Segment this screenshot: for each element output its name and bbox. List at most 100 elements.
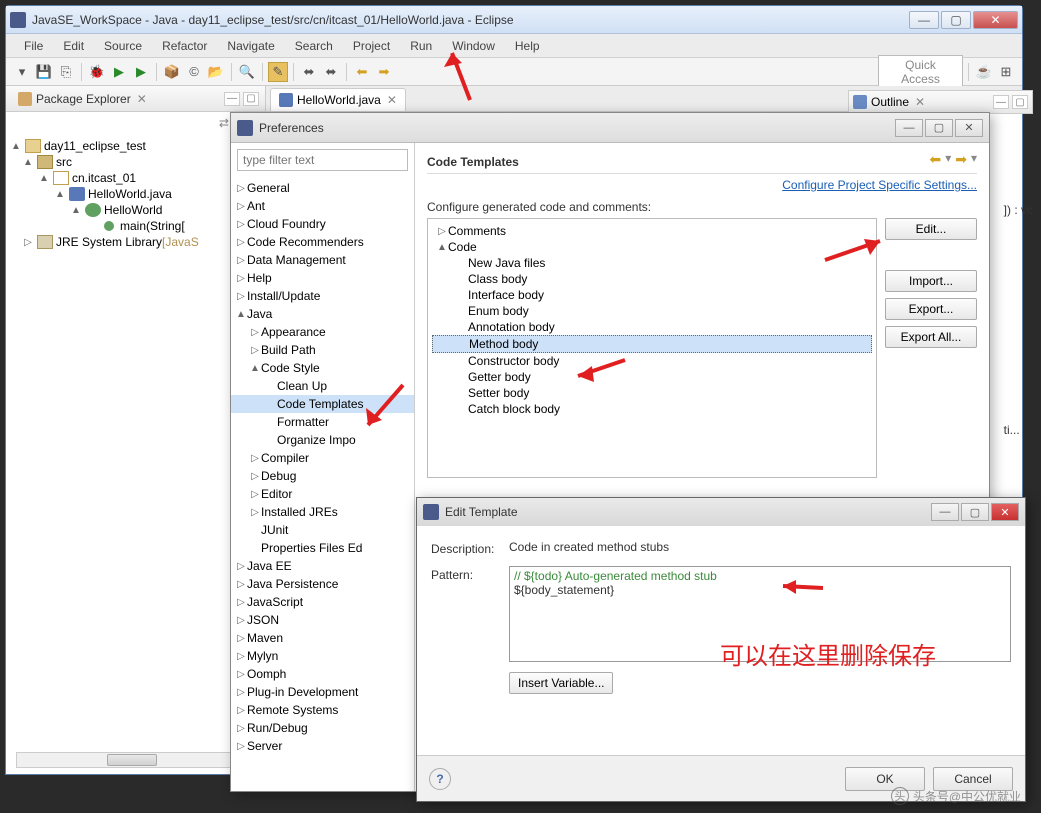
src-folder[interactable]: src [56,155,72,169]
pref-tree-item[interactable]: ▷Cloud Foundry [231,215,414,233]
pref-tree-item[interactable]: ▷Data Management [231,251,414,269]
tb-nav2[interactable]: ⬌ [321,62,341,82]
tb-run[interactable]: ▶ [109,62,129,82]
minimize-button[interactable]: — [909,11,939,29]
nav-forward-icon[interactable]: ➡ [955,151,967,168]
horizontal-scrollbar[interactable] [16,752,256,768]
configure-project-link[interactable]: Configure Project Specific Settings... [427,178,977,192]
tb-debug[interactable]: 🐞 [87,62,107,82]
tab-close-icon[interactable]: ✕ [137,92,147,106]
et-minimize-button[interactable]: — [931,503,959,521]
import-button[interactable]: Import... [885,270,977,292]
pref-tree-item[interactable]: Clean Up [231,377,414,395]
export-all-button[interactable]: Export All... [885,326,977,348]
tb-new[interactable]: ▾ [12,62,32,82]
menu-source[interactable]: Source [94,36,152,56]
nav-back-icon[interactable]: ⬅ [929,151,941,168]
pref-close-button[interactable]: ✕ [955,119,983,137]
code-template-item[interactable]: Enum body [432,303,872,319]
code-templates-tree[interactable]: ▷Comments▲CodeNew Java filesClass bodyIn… [427,218,877,478]
code-template-item[interactable]: ▲Code [432,239,872,255]
tb-fwd[interactable]: ➡ [374,62,394,82]
code-template-item[interactable]: Class body [432,271,872,287]
java-file[interactable]: HelloWorld.java [88,187,172,201]
pref-tree-item[interactable]: ▲Java [231,305,414,323]
code-template-item[interactable]: New Java files [432,255,872,271]
quick-access[interactable]: Quick Access [878,55,963,89]
pref-tree-item[interactable]: ▷Install/Update [231,287,414,305]
pref-tree-item[interactable]: ▷Oomph [231,665,414,683]
tb-saveall[interactable]: ⎘ [56,62,76,82]
menu-edit[interactable]: Edit [53,36,94,56]
pref-tree-item[interactable]: ▷Compiler [231,449,414,467]
pref-tree-item[interactable]: ▷Ant [231,197,414,215]
tb-nav1[interactable]: ⬌ [299,62,319,82]
pref-tree-item[interactable]: ▷Maven [231,629,414,647]
tb-search[interactable]: 🔍 [237,62,257,82]
pref-tree-item[interactable]: ▷Server [231,737,414,755]
pref-tree-item[interactable]: JUnit [231,521,414,539]
tb-newclass[interactable]: © [184,62,204,82]
tab-close-icon[interactable]: ✕ [387,93,397,107]
code-template-item[interactable]: ▷Comments [432,223,872,239]
insert-variable-button[interactable]: Insert Variable... [509,672,613,694]
et-maximize-button[interactable]: ▢ [961,503,989,521]
preferences-titlebar[interactable]: Preferences — ▢ ✕ [231,113,989,143]
class-name[interactable]: HelloWorld [104,203,162,217]
project-name[interactable]: day11_eclipse_test [44,139,146,153]
pref-tree-item[interactable]: ▷Help [231,269,414,287]
tb-open[interactable]: 📂 [206,62,226,82]
package-tree[interactable]: ▲day11_eclipse_test ▲src ▲cn.itcast_01 ▲… [6,134,265,774]
pref-tree-item[interactable]: ▷Debug [231,467,414,485]
pref-tree-item[interactable]: ▷General [231,179,414,197]
help-icon[interactable]: ? [429,768,451,790]
menu-search[interactable]: Search [285,36,343,56]
preferences-category-tree[interactable]: ▷General▷Ant▷Cloud Foundry▷Code Recommen… [231,177,414,791]
perspective-other[interactable]: ⊞ [996,62,1016,82]
edit-button[interactable]: Edit... [885,218,977,240]
pref-tree-item[interactable]: ▷Java EE [231,557,414,575]
code-template-item[interactable]: Method body [432,335,872,353]
tb-back[interactable]: ⬅ [352,62,372,82]
pref-tree-item[interactable]: ▲Code Style [231,359,414,377]
et-close-button[interactable]: ✕ [991,503,1019,521]
code-template-item[interactable]: Interface body [432,287,872,303]
pref-maximize-button[interactable]: ▢ [925,119,953,137]
pref-minimize-button[interactable]: — [895,119,923,137]
pref-tree-item[interactable]: ▷Code Recommenders [231,233,414,251]
pref-tree-item[interactable]: ▷Build Path [231,341,414,359]
pref-tree-item[interactable]: ▷JavaScript [231,593,414,611]
tab-close-icon[interactable]: ✕ [915,95,925,109]
menu-help[interactable]: Help [505,36,550,56]
pref-tree-item[interactable]: Organize Impo [231,431,414,449]
tb-runlast[interactable]: ▶ [131,62,151,82]
package-name[interactable]: cn.itcast_01 [72,171,136,185]
menu-refactor[interactable]: Refactor [152,36,217,56]
pref-tree-item[interactable]: Properties Files Ed [231,539,414,557]
menu-project[interactable]: Project [343,36,400,56]
pref-tree-item[interactable]: ▷Mylyn [231,647,414,665]
pref-tree-item[interactable]: ▷Java Persistence [231,575,414,593]
maximize-button[interactable]: ▢ [941,11,971,29]
pref-tree-item[interactable]: Formatter [231,413,414,431]
collapse-all-icon[interactable]: ⇄ [219,116,229,130]
code-template-item[interactable]: Setter body [432,385,872,401]
code-template-item[interactable]: Getter body [432,369,872,385]
code-template-item[interactable]: Constructor body [432,353,872,369]
pref-tree-item[interactable]: ▷Remote Systems [231,701,414,719]
main-titlebar[interactable]: JavaSE_WorkSpace - Java - day11_eclipse_… [6,6,1022,34]
export-button[interactable]: Export... [885,298,977,320]
pref-tree-item[interactable]: ▷Appearance [231,323,414,341]
perspective-java[interactable]: ☕ [974,62,994,82]
tb-toggle[interactable]: ✎ [268,62,288,82]
menu-file[interactable]: File [14,36,53,56]
pref-tree-item[interactable]: ▷JSON [231,611,414,629]
tb-save[interactable]: 💾 [34,62,54,82]
pref-tree-item[interactable]: ▷Installed JREs [231,503,414,521]
view-minimize[interactable]: — [224,92,240,106]
edit-template-titlebar[interactable]: Edit Template — ▢ ✕ [417,498,1025,526]
close-button[interactable]: ✕ [973,11,1018,29]
tb-newpkg[interactable]: 📦 [162,62,182,82]
preferences-filter-input[interactable] [237,149,408,171]
outline-minimize[interactable]: — [993,95,1009,109]
